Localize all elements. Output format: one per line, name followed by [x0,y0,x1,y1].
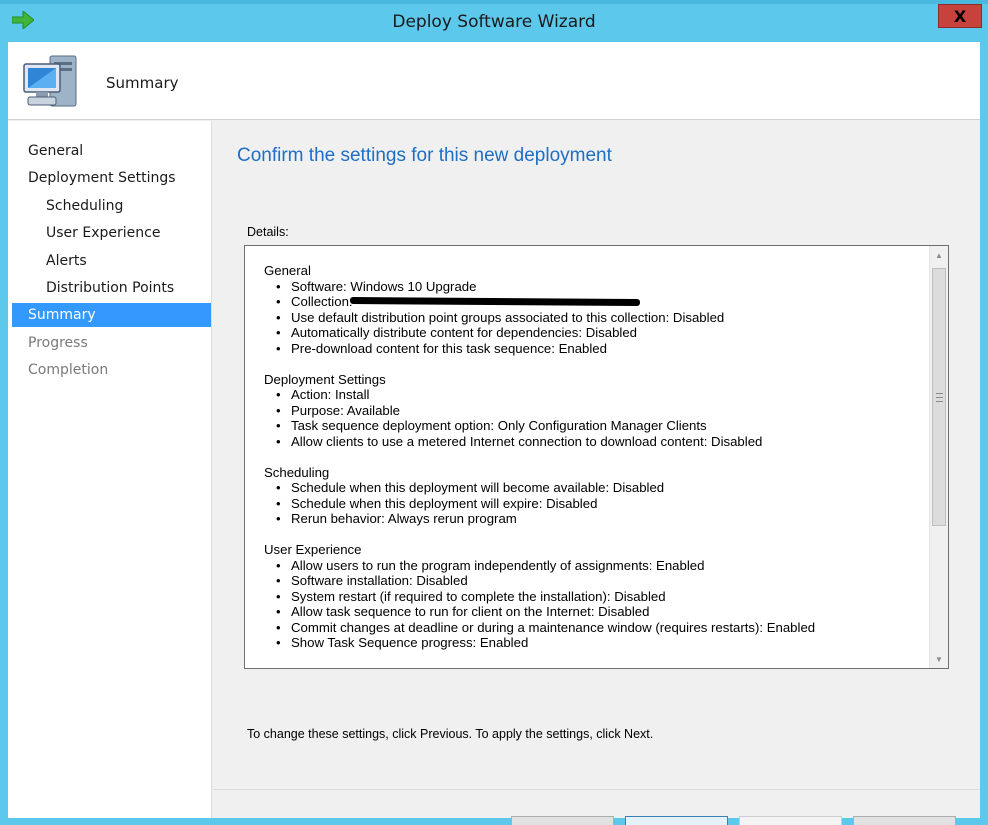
section-title: User Experience [264,542,362,557]
window-title: Deploy Software Wizard [392,12,596,32]
summary-button: Summary [739,816,842,825]
list-item: Commit changes at deadline or during a m… [275,620,924,636]
details-textbox[interactable]: General Software: Windows 10 Upgrade Col… [244,245,949,669]
list-item: Action: Install [275,387,924,403]
wizard-client-area: Summary General Deployment Settings Sche… [8,42,980,825]
wizard-window: Deploy Software Wizard X Summary General… [0,0,988,825]
button-separator [213,789,980,790]
list-item: Purpose: Available [275,403,924,419]
nav-item-progress: Progress [28,335,88,351]
list-item: Automatically distribute content for dep… [275,325,924,341]
details-section-deployment-settings: Deployment Settings Action: Install Purp… [264,372,924,450]
list-item: Rerun behavior: Always rerun program [275,511,924,527]
section-title: Scheduling [264,464,330,480]
scroll-down-arrow-icon[interactable]: ▼ [930,650,948,668]
list-item: Schedule when this deployment will expir… [275,496,924,512]
nav-item-summary[interactable]: Summary [12,303,211,327]
list-item: Allow users to run the program independe… [275,558,924,574]
page-heading: Confirm the settings for this new deploy… [237,145,612,166]
scroll-grip-icon [936,393,943,402]
list-item: Allow clients to use a metered Internet … [275,434,924,450]
nav-item-user-experience[interactable]: User Experience [8,221,212,245]
list-item: Software installation: Disabled [275,573,924,589]
cancel-button[interactable]: Cancel [853,816,956,825]
details-label: Details: [247,225,289,239]
close-icon: X [953,6,967,26]
list-item: Allow task sequence to run for client on… [275,604,924,620]
section-title: Deployment Settings [264,371,386,387]
previous-button[interactable]: < Previous [511,816,614,825]
title-bar[interactable]: Deploy Software Wizard X [0,0,988,42]
nav-item-completion: Completion [28,362,109,378]
help-text: To change these settings, click Previous… [247,727,654,741]
section-title: General [264,263,311,278]
details-scrollbar[interactable]: ▲ ▼ [929,246,948,668]
wizard-nav: General Deployment Settings Scheduling U… [8,121,212,818]
nav-item-distribution-points[interactable]: Distribution Points [8,276,212,300]
list-item: Task sequence deployment option: Only Co… [275,418,924,434]
list-item: Use default distribution point groups as… [275,310,924,326]
scroll-up-arrow-icon[interactable]: ▲ [930,246,948,264]
list-item: Schedule when this deployment will becom… [275,480,924,496]
details-section-scheduling: Scheduling Schedule when this deployment… [264,465,924,527]
nav-item-general[interactable]: General [8,139,212,163]
list-item: Software: Windows 10 Upgrade [275,279,924,295]
next-button[interactable]: Next > [625,816,728,825]
list-item: Pre-download content for this task seque… [275,341,924,357]
nav-item-scheduling[interactable]: Scheduling [8,194,212,218]
details-content: General Software: Windows 10 Upgrade Col… [264,263,924,666]
wizard-content: Confirm the settings for this new deploy… [213,121,980,825]
nav-item-deployment-settings[interactable]: Deployment Settings [8,166,212,190]
details-section-user-experience: User Experience Allow users to run the p… [264,542,924,651]
list-item: System restart (if required to complete … [275,589,924,605]
scroll-thumb[interactable] [932,268,946,526]
nav-item-alerts[interactable]: Alerts [8,249,212,273]
close-button[interactable]: X [938,4,982,28]
header-title: Summary [106,74,179,92]
details-section-general: General Software: Windows 10 Upgrade Col… [264,263,924,356]
list-item: Show Task Sequence progress: Enabled [275,635,924,651]
computer-icon [23,55,77,107]
title-bar-strip [0,0,988,4]
wizard-header: Summary [8,42,980,120]
